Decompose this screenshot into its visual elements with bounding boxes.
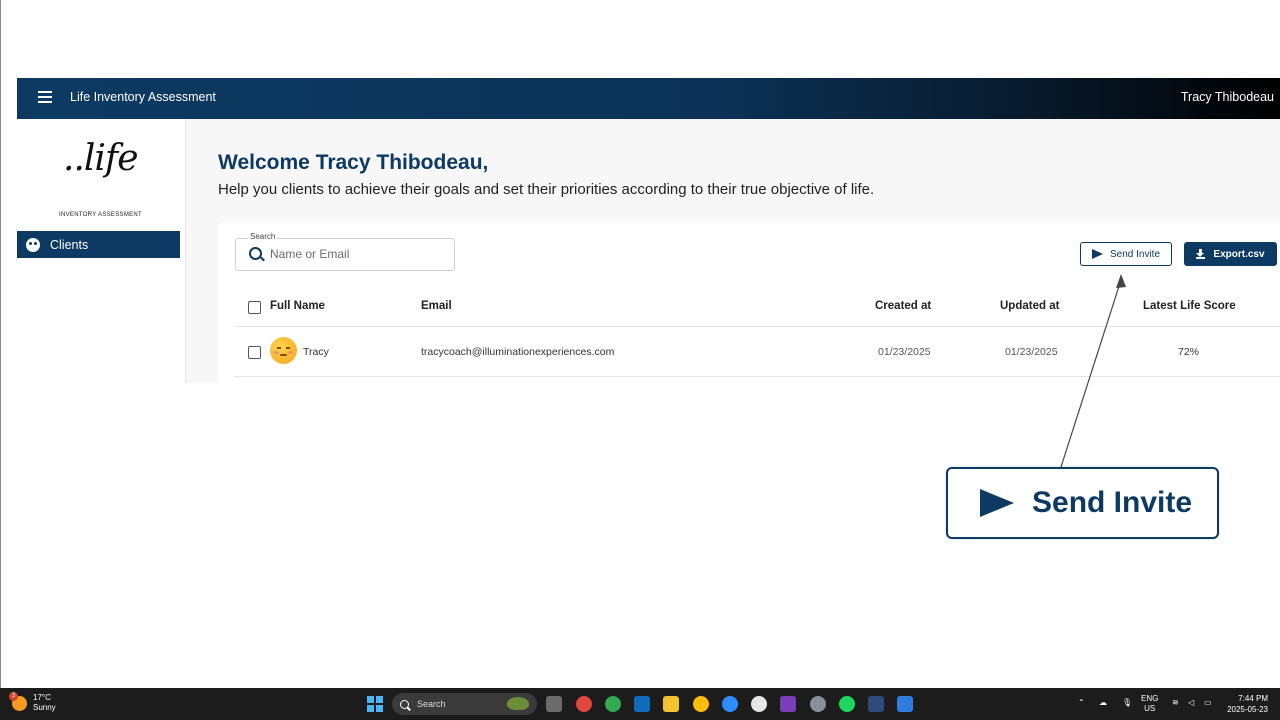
send-icon: [980, 489, 1014, 517]
battery-icon[interactable]: ▭: [1204, 698, 1212, 707]
export-csv-label: Export.csv: [1213, 248, 1265, 260]
send-icon: [1091, 249, 1103, 259]
slack-icon[interactable]: [751, 696, 767, 712]
spotify-icon[interactable]: [839, 696, 855, 712]
search-icon: [400, 699, 409, 709]
zoom-icon[interactable]: [722, 696, 738, 712]
sidebar-item-clients[interactable]: Clients: [17, 231, 180, 258]
client-email: tracycoach@illuminationexperiences.com: [421, 346, 615, 358]
clients-icon: [26, 237, 40, 252]
column-header-latest-life-score[interactable]: Latest Life Score: [1143, 300, 1236, 312]
user-name[interactable]: Tracy Thibodeau: [1181, 90, 1274, 104]
turtle-icon: [507, 697, 529, 710]
taskbar-search-label: Search: [417, 699, 446, 709]
client-created-at: 01/23/2025: [878, 346, 931, 358]
taskbar: 3 17°C Sunny Search ⌃ ☁ 🎙 ENG US ≋ ◁ ▭ 7…: [0, 688, 1280, 720]
chevron-up-icon[interactable]: ⌃: [1078, 698, 1085, 707]
task-view-icon[interactable]: [546, 696, 562, 712]
language-label: ENG: [1141, 694, 1159, 703]
clock-date: 2025-05-23: [1227, 705, 1268, 714]
logo-script: ..life: [63, 138, 139, 179]
logo-subtitle: INVENTORY ASSESSMENT: [59, 212, 143, 218]
file-explorer-icon[interactable]: [663, 696, 679, 712]
app-header: Life Inventory Assessment Tracy Thibodea…: [17, 78, 1280, 119]
taskbar-search[interactable]: Search: [392, 693, 537, 715]
onenote-icon[interactable]: [780, 696, 796, 712]
hamburger-menu-icon[interactable]: [38, 91, 52, 103]
language-indicator[interactable]: ENG US: [1141, 694, 1158, 714]
column-header-created-at[interactable]: Created at: [875, 300, 931, 312]
send-invite-label: Send Invite: [1109, 248, 1161, 260]
microphone-icon[interactable]: 🎙: [1122, 698, 1132, 707]
app-title: Life Inventory Assessment: [70, 90, 216, 104]
search-field[interactable]: Search: [235, 232, 455, 271]
chrome-icon[interactable]: [576, 696, 592, 712]
callout-label: Send Invite: [1032, 486, 1193, 519]
welcome-subtitle: Help you clients to achieve their goals …: [218, 181, 875, 198]
volume-icon[interactable]: ◁: [1188, 698, 1194, 707]
snipping-tool-icon[interactable]: [897, 696, 913, 712]
sidebar: ..life INVENTORY ASSESSMENT Clients: [17, 119, 186, 383]
clock-time: 7:44 PM: [1238, 694, 1268, 703]
app-icon[interactable]: [868, 696, 884, 712]
window-border: [0, 0, 1, 688]
weather-desc: Sunny: [33, 703, 56, 712]
export-csv-button[interactable]: Export.csv: [1184, 242, 1277, 266]
system-clock[interactable]: 7:44 PM 2025-05-23: [1227, 693, 1268, 715]
weather-widget[interactable]: 3 17°C Sunny: [9, 691, 56, 713]
send-invite-callout: Send Invite: [946, 467, 1219, 539]
life-logo: ..life INVENTORY ASSESSMENT: [57, 138, 143, 218]
chrome-alt-icon[interactable]: [693, 696, 709, 712]
cloud-icon[interactable]: ☁: [1099, 698, 1107, 707]
annotation-arrow: [1059, 274, 1126, 471]
column-header-full-name[interactable]: Full Name: [270, 300, 325, 312]
send-invite-button[interactable]: Send Invite: [1080, 242, 1172, 266]
sidebar-item-label: Clients: [50, 237, 89, 252]
select-all-checkbox[interactable]: [248, 301, 261, 314]
windows-start-icon[interactable]: [367, 696, 383, 712]
row-checkbox[interactable]: [248, 346, 261, 359]
settings-gear-icon[interactable]: [810, 696, 826, 712]
search-label: Search: [248, 232, 278, 241]
column-header-email[interactable]: Email: [421, 300, 452, 312]
download-icon: [1196, 249, 1206, 259]
client-name[interactable]: Tracy: [303, 346, 329, 358]
search-input[interactable]: [270, 247, 440, 261]
avatar: [270, 337, 297, 364]
region-label: US: [1144, 704, 1156, 713]
weather-temp: 17°C: [33, 693, 51, 702]
outlook-icon[interactable]: [634, 696, 650, 712]
chrome-profile-icon[interactable]: [605, 696, 621, 712]
wifi-icon[interactable]: ≋: [1172, 698, 1179, 707]
weather-badge: 3: [9, 691, 18, 701]
welcome-heading: Welcome Tracy Thibodeau,: [218, 151, 489, 174]
client-life-score: 72%: [1178, 346, 1200, 358]
weather-sun-icon: 3: [9, 691, 27, 711]
search-icon: [249, 247, 262, 260]
